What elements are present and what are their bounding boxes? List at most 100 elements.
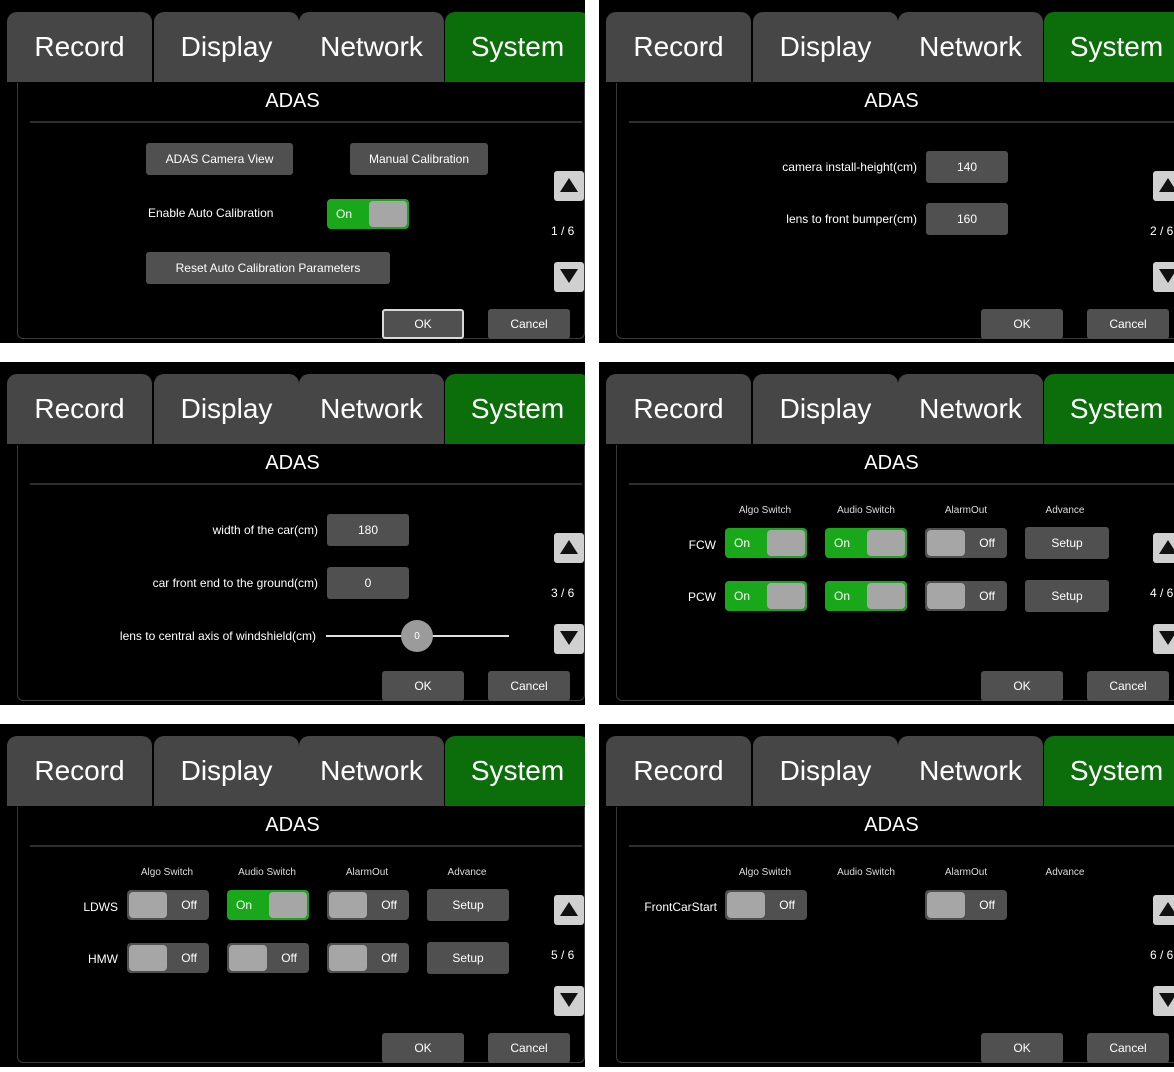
up-arrow-icon[interactable] — [1153, 171, 1174, 201]
tab-record[interactable]: Record — [606, 736, 751, 806]
lens-to-bumper-label: lens to front bumper(cm) — [786, 212, 917, 226]
toggle-state: Off — [979, 589, 995, 603]
tab-display[interactable]: Display — [753, 736, 898, 806]
tab-record[interactable]: Record — [7, 736, 152, 806]
tab-network[interactable]: Network — [898, 374, 1043, 444]
page-title: ADAS — [864, 452, 919, 474]
tab-system[interactable]: System — [1044, 12, 1174, 82]
up-arrow-icon[interactable] — [554, 895, 584, 925]
adas-panel-2: Record Display Network System ADAS camer… — [599, 0, 1174, 343]
ok-button[interactable]: OK — [382, 1033, 464, 1063]
camera-install-height-field[interactable]: 140 — [926, 151, 1008, 183]
up-arrow-icon[interactable] — [554, 533, 584, 563]
tab-system[interactable]: System — [1044, 374, 1174, 444]
central-axis-slider-handle[interactable]: 0 — [401, 620, 433, 652]
cancel-button[interactable]: Cancel — [488, 309, 570, 339]
tab-record[interactable]: Record — [606, 374, 751, 444]
toggle-knob — [369, 201, 407, 227]
frontcarstart-label: FrontCarStart — [644, 900, 717, 914]
pcw-audio-switch-toggle[interactable]: On — [825, 581, 907, 611]
up-arrow-icon[interactable] — [1153, 895, 1174, 925]
tab-system[interactable]: System — [445, 736, 585, 806]
ok-button[interactable]: OK — [981, 1033, 1063, 1063]
car-width-field[interactable]: 180 — [327, 514, 409, 546]
header-audio-switch: Audio Switch — [837, 505, 895, 516]
fcw-alarm-out-toggle[interactable]: Off — [925, 528, 1007, 558]
page-title: ADAS — [864, 90, 919, 112]
frontcarstart-algo-switch-toggle[interactable]: Off — [725, 890, 807, 920]
tab-system[interactable]: System — [1044, 736, 1174, 806]
cancel-button[interactable]: Cancel — [488, 671, 570, 701]
front-end-ground-label: car front end to the ground(cm) — [152, 576, 318, 590]
toggle-state: On — [834, 589, 851, 603]
hmw-setup-button[interactable]: Setup — [427, 942, 509, 974]
tab-display[interactable]: Display — [154, 12, 299, 82]
tab-system[interactable]: System — [445, 374, 585, 444]
lens-to-bumper-field[interactable]: 160 — [926, 203, 1008, 235]
tab-network[interactable]: Network — [898, 736, 1043, 806]
tab-system[interactable]: System — [445, 12, 585, 82]
tab-display[interactable]: Display — [753, 374, 898, 444]
ldws-setup-button[interactable]: Setup — [427, 889, 509, 921]
toggle-state: On — [336, 207, 353, 221]
cancel-button[interactable]: Cancel — [488, 1033, 570, 1063]
pcw-alarm-out-toggle[interactable]: Off — [925, 581, 1007, 611]
tab-bar: Record Display Network System — [599, 362, 1174, 444]
adas-panel-6: Record Display Network System ADAS Algo … — [599, 724, 1174, 1067]
ldws-audio-switch-toggle[interactable]: On — [227, 890, 309, 920]
page-indicator: 4 / 6 — [1150, 586, 1174, 600]
cancel-button[interactable]: Cancel — [1087, 1033, 1169, 1063]
frontcarstart-alarm-out-toggle[interactable]: Off — [925, 890, 1007, 920]
adas-panel-3: Record Display Network System ADAS width… — [0, 362, 585, 705]
tab-network[interactable]: Network — [299, 736, 444, 806]
tab-network[interactable]: Network — [299, 374, 444, 444]
page-title: ADAS — [265, 814, 320, 836]
enable-auto-calibration-toggle[interactable]: On — [327, 199, 409, 229]
tab-bar: Record Display Network System — [0, 0, 585, 82]
up-arrow-icon[interactable] — [1153, 533, 1174, 563]
down-arrow-icon[interactable] — [554, 624, 584, 654]
pcw-algo-switch-toggle[interactable]: On — [725, 581, 807, 611]
hmw-audio-switch-toggle[interactable]: Off — [227, 943, 309, 973]
down-arrow-icon[interactable] — [1153, 624, 1174, 654]
down-arrow-icon[interactable] — [554, 262, 584, 292]
down-arrow-icon[interactable] — [554, 986, 584, 1016]
tab-record[interactable]: Record — [606, 12, 751, 82]
tab-display[interactable]: Display — [154, 736, 299, 806]
tab-display[interactable]: Display — [154, 374, 299, 444]
toggle-knob — [767, 530, 805, 556]
cancel-button[interactable]: Cancel — [1087, 309, 1169, 339]
fcw-algo-switch-toggle[interactable]: On — [725, 528, 807, 558]
pcw-setup-button[interactable]: Setup — [1025, 580, 1109, 612]
hmw-algo-switch-toggle[interactable]: Off — [127, 943, 209, 973]
ok-button[interactable]: OK — [981, 671, 1063, 701]
toggle-knob — [867, 530, 905, 556]
ok-button[interactable]: OK — [981, 309, 1063, 339]
tab-display[interactable]: Display — [753, 12, 898, 82]
toggle-knob — [727, 892, 765, 918]
ok-button[interactable]: OK — [382, 671, 464, 701]
car-width-label: width of the car(cm) — [212, 523, 318, 537]
adas-camera-view-button[interactable]: ADAS Camera View — [146, 143, 293, 175]
manual-calibration-button[interactable]: Manual Calibration — [350, 143, 488, 175]
tab-network[interactable]: Network — [898, 12, 1043, 82]
toggle-knob — [129, 945, 167, 971]
tab-record[interactable]: Record — [7, 12, 152, 82]
down-arrow-icon[interactable] — [1153, 986, 1174, 1016]
tab-network[interactable]: Network — [299, 12, 444, 82]
ok-button[interactable]: OK — [382, 309, 464, 339]
tab-record[interactable]: Record — [7, 374, 152, 444]
fcw-audio-switch-toggle[interactable]: On — [825, 528, 907, 558]
down-arrow-icon[interactable] — [1153, 262, 1174, 292]
title-divider — [629, 845, 1174, 847]
reset-auto-calibration-button[interactable]: Reset Auto Calibration Parameters — [146, 252, 390, 284]
pcw-label: PCW — [688, 590, 716, 604]
page-indicator: 1 / 6 — [551, 224, 575, 238]
cancel-button[interactable]: Cancel — [1087, 671, 1169, 701]
ldws-algo-switch-toggle[interactable]: Off — [127, 890, 209, 920]
ldws-alarm-out-toggle[interactable]: Off — [327, 890, 409, 920]
up-arrow-icon[interactable] — [554, 171, 584, 201]
hmw-alarm-out-toggle[interactable]: Off — [327, 943, 409, 973]
front-end-ground-field[interactable]: 0 — [327, 567, 409, 599]
fcw-setup-button[interactable]: Setup — [1025, 527, 1109, 559]
